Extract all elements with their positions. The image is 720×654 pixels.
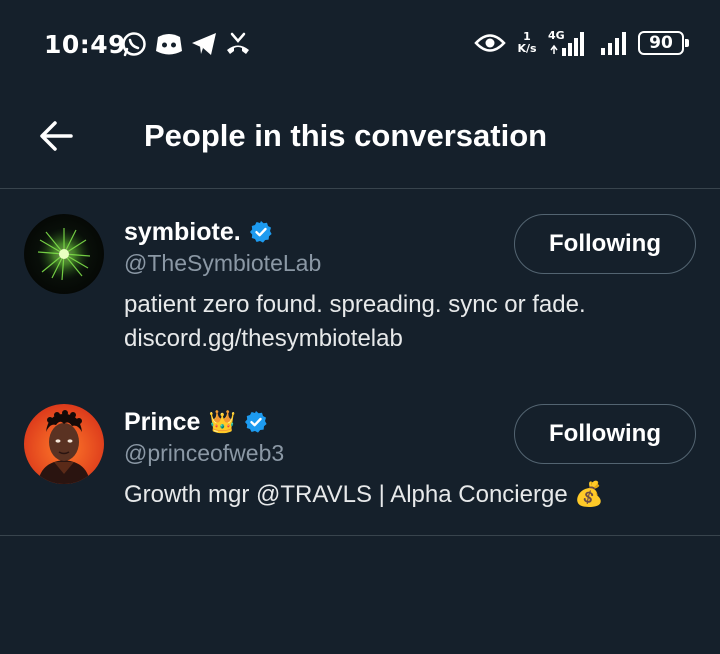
avatar-prince[interactable]	[24, 404, 104, 484]
whatsapp-icon	[122, 32, 146, 57]
following-button[interactable]: Following	[514, 214, 696, 274]
status-time: 10:49	[44, 30, 127, 59]
user-row-prince[interactable]: Prince 👑 @princeofweb3 Growth mgr @TRAVL…	[0, 400, 720, 570]
verified-badge-icon	[249, 221, 272, 243]
bio-line: Growth mgr @TRAVLS | Alpha Concierge 💰	[124, 481, 605, 508]
user-row-symbiote[interactable]: symbiote. @TheSymbioteLab patient zero f…	[0, 210, 720, 380]
verified-badge-icon	[244, 411, 267, 433]
missed-call-icon	[227, 32, 249, 54]
battery-level: 90	[649, 33, 673, 53]
network-speed-unit: K/s	[517, 42, 537, 55]
page-title: People in this conversation	[144, 118, 548, 153]
symbiote-avatar-image	[24, 214, 104, 294]
eye-icon	[474, 34, 506, 52]
arrow-left-icon	[40, 121, 73, 151]
crown-emoji: 👑	[208, 409, 236, 434]
people-list: symbiote. @TheSymbioteLab patient zero f…	[0, 190, 720, 536]
header: People in this conversation	[0, 90, 720, 189]
avatar-symbiote[interactable]	[24, 214, 104, 294]
signal-icon	[550, 32, 584, 56]
signal-icon-2	[601, 32, 626, 55]
status-bar: 10:49 1 K/s 4G 90	[0, 0, 720, 90]
mobile-network-1: 4G	[548, 28, 592, 58]
user-bio: patient zero found. spreading. sync or f…	[124, 288, 664, 356]
user-bio: Growth mgr @TRAVLS | Alpha Concierge 💰	[124, 478, 664, 512]
display-name: Prince	[124, 407, 201, 436]
display-name: symbiote.	[124, 217, 241, 246]
notification-icons	[120, 30, 252, 58]
discord-icon	[156, 34, 182, 55]
back-button[interactable]	[30, 114, 82, 158]
bio-link[interactable]: discord.gg/thesymbiotelab	[124, 322, 664, 356]
network-speed: 1 K/s	[514, 31, 540, 55]
system-icons: 1 K/s 4G 90	[474, 28, 689, 58]
following-button[interactable]: Following	[514, 404, 696, 464]
prince-avatar-image	[24, 404, 104, 484]
bio-line: patient zero found. spreading. sync or f…	[124, 291, 586, 318]
battery-icon: 90	[638, 31, 689, 55]
telegram-icon	[192, 33, 216, 55]
